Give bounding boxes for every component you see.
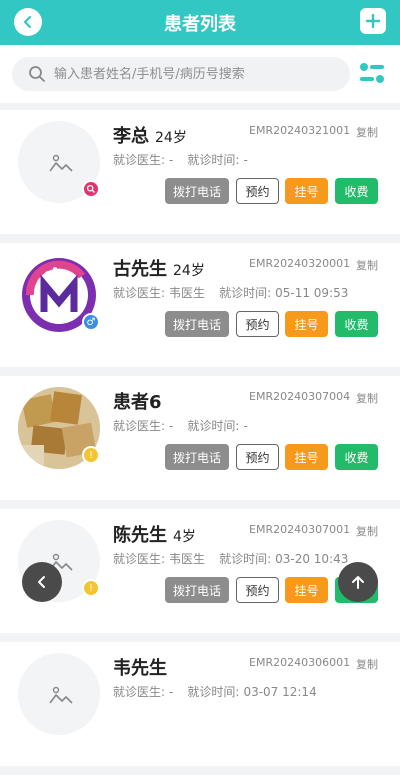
patient-name: 患者6: [113, 392, 162, 413]
book-button[interactable]: 预约: [236, 178, 279, 204]
register-button[interactable]: 挂号: [285, 444, 328, 470]
time-value: 03-07 12:14: [243, 685, 317, 699]
doctor-value: 韦医生: [169, 286, 206, 300]
patient-name: 古先生 24岁: [113, 259, 205, 280]
copy-link[interactable]: 复制: [356, 390, 378, 406]
copy-link[interactable]: 复制: [356, 124, 378, 140]
doctor-value: 韦医生: [169, 552, 206, 566]
search-icon: [28, 65, 46, 83]
pay-button[interactable]: 收费: [335, 178, 378, 204]
arrow-up-icon: [352, 576, 364, 589]
visit-info: 就诊医生: 韦医生 就诊时间: 03-20 10:43: [113, 552, 349, 566]
time-value: 03-20 10:43: [275, 552, 349, 566]
pay-button[interactable]: 收费: [335, 311, 378, 337]
search-icon: [82, 180, 100, 198]
register-button[interactable]: 挂号: [285, 311, 328, 337]
avatar: [18, 653, 100, 735]
time-value: -: [243, 419, 248, 433]
image-placeholder-icon: [49, 686, 73, 704]
book-button[interactable]: 预约: [236, 311, 279, 337]
doctor-value: -: [169, 153, 174, 167]
doctor-value: -: [169, 685, 174, 699]
info-icon: !: [82, 579, 100, 597]
visit-info: 就诊医生: - 就诊时间: -: [113, 153, 248, 167]
page-title: 患者列表: [164, 14, 236, 35]
patient-age: 24岁: [155, 130, 187, 146]
patient-card[interactable]: 韦先生 EMR20240306001 复制 就诊医生: - 就诊时间: 03-07 1…: [0, 642, 400, 766]
register-button[interactable]: 挂号: [285, 577, 328, 603]
call-button[interactable]: 拨打电话: [165, 178, 229, 204]
copy-link[interactable]: 复制: [356, 523, 378, 539]
add-patient-button[interactable]: [360, 8, 386, 34]
visit-info: 就诊医生: - 就诊时间: -: [113, 419, 248, 433]
emr-number: EMR20240307004: [249, 390, 351, 403]
patient-name: 李总 24岁: [113, 126, 187, 147]
emr-number: EMR20240306001: [249, 656, 351, 669]
patient-card[interactable]: 李总 24岁 EMR20240321001 复制 就诊医生: - 就诊时间: - 拨打电…: [0, 110, 400, 234]
book-button[interactable]: 预约: [236, 577, 279, 603]
male-icon: ♂: [82, 313, 100, 331]
search-box[interactable]: [12, 57, 350, 91]
visit-info: 就诊医生: 韦医生 就诊时间: 05-11 09:53: [113, 286, 349, 300]
chevron-left-icon: [38, 576, 45, 588]
patient-age: 24岁: [173, 263, 205, 279]
patient-age: 4岁: [173, 529, 196, 545]
app-header: 患者列表: [0, 0, 400, 45]
book-button[interactable]: 预约: [236, 444, 279, 470]
call-button[interactable]: 拨打电话: [165, 577, 229, 603]
pay-button[interactable]: 收费: [335, 444, 378, 470]
emr-number: EMR20240321001: [249, 124, 351, 137]
scroll-top-button[interactable]: [338, 562, 378, 602]
plus-icon: [366, 14, 380, 28]
time-value: 05-11 09:53: [275, 286, 349, 300]
call-button[interactable]: 拨打电话: [165, 444, 229, 470]
copy-link[interactable]: 复制: [356, 257, 378, 273]
visit-info: 就诊医生: - 就诊时间: 03-07 12:14: [113, 685, 317, 699]
filter-icon[interactable]: [358, 61, 386, 85]
patient-name: 韦先生: [113, 658, 167, 679]
search-input[interactable]: [54, 66, 334, 82]
time-value: -: [243, 153, 248, 167]
emr-number: EMR20240307001: [249, 523, 351, 536]
patient-name: 陈先生 4岁: [113, 525, 196, 546]
floating-back-button[interactable]: [22, 562, 62, 602]
call-button[interactable]: 拨打电话: [165, 311, 229, 337]
copy-link[interactable]: 复制: [356, 656, 378, 672]
emr-number: EMR20240320001: [249, 257, 351, 270]
register-button[interactable]: 挂号: [285, 178, 328, 204]
patient-card[interactable]: ♂ 古先生 24岁 EMR20240320001 复制 就诊医生: 韦医生 就诊时间:…: [0, 243, 400, 367]
doctor-value: -: [169, 419, 174, 433]
search-bar: [0, 45, 400, 103]
info-icon: !: [82, 446, 100, 464]
patient-list: 李总 24岁 EMR20240321001 复制 就诊医生: - 就诊时间: - 拨打电…: [0, 110, 400, 775]
patient-card[interactable]: ! 患者6 EMR20240307004 复制 就诊医生: - 就诊时间: - 拨打电…: [0, 376, 400, 500]
